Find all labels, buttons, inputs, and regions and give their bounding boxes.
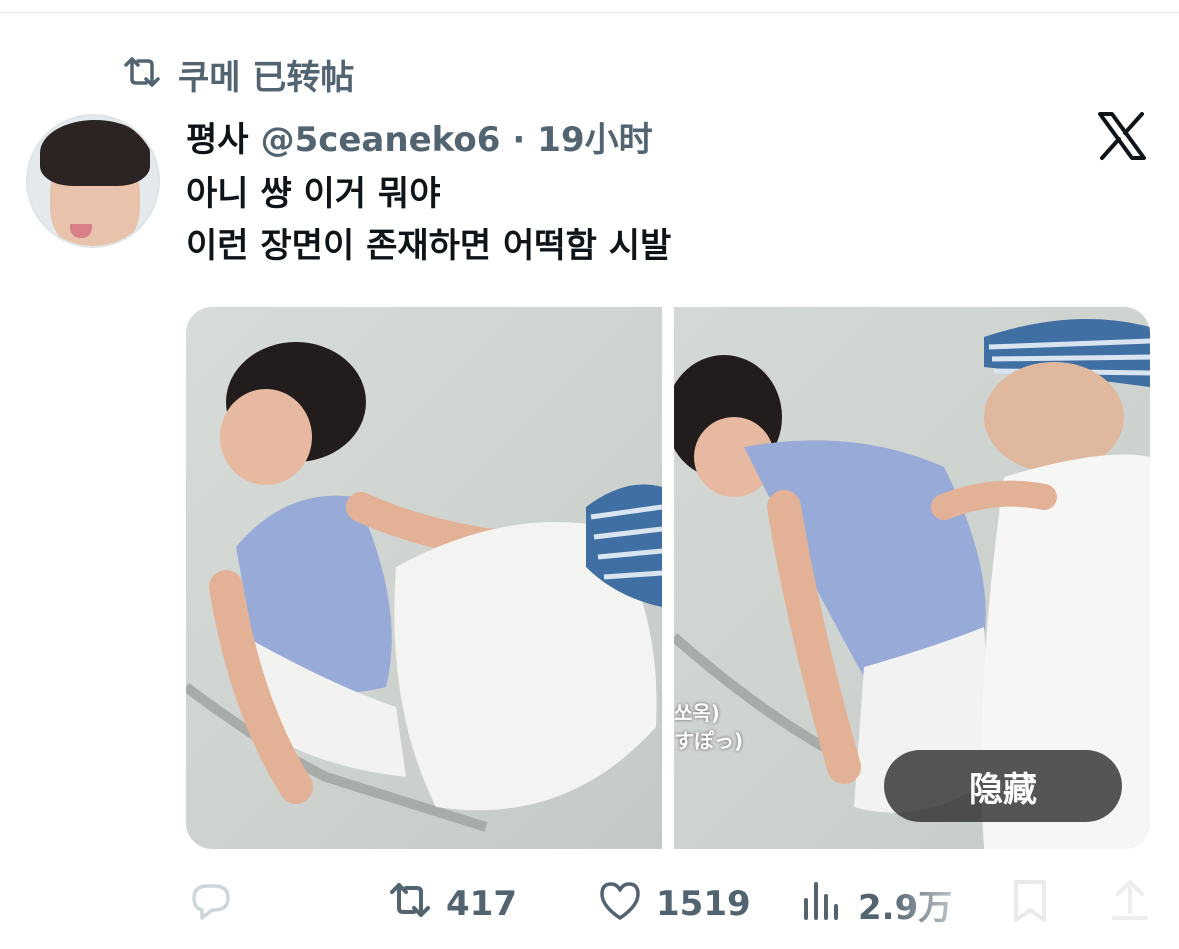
photo-1-illustration: [186, 342, 662, 832]
watermark-overlay: [890, 880, 1179, 936]
tweet-line: 아니 썅 이거 뭐야: [186, 174, 441, 214]
retweet-button[interactable]: 417: [386, 872, 517, 936]
x-logo-icon: [1096, 110, 1148, 162]
photo-1[interactable]: [186, 307, 662, 849]
retweet-icon: [386, 876, 434, 933]
top-divider: [0, 12, 1179, 13]
video-subtitle: 쏘옥) すぽっ): [674, 699, 743, 755]
repost-text: 쿠메 已转帖: [178, 57, 355, 98]
views-icon: [798, 876, 846, 933]
avatar[interactable]: [26, 114, 160, 248]
subtitle-line: すぽっ): [674, 729, 744, 753]
author-name[interactable]: 평사: [186, 112, 249, 161]
hide-media-button[interactable]: 隐藏: [884, 750, 1122, 822]
tweet-line: 이런 장면이 존재하면 어떡함 시발: [186, 226, 672, 266]
retweet-count: 417: [446, 884, 517, 924]
subtitle-line: 쏘옥): [674, 701, 720, 725]
reply-icon: [186, 876, 234, 933]
tweet-time[interactable]: 19小时: [537, 112, 652, 161]
author-handle[interactable]: @5ceaneko6: [261, 120, 501, 160]
like-button[interactable]: 1519: [596, 872, 751, 936]
heart-icon: [596, 876, 644, 933]
header-separator: ·: [512, 120, 526, 160]
reply-button[interactable]: [186, 872, 246, 936]
tweet-text: 아니 썅 이거 뭐야 이런 장면이 존재하면 어떡함 시발: [186, 168, 1146, 272]
avatar-hair: [40, 120, 150, 186]
repost-indicator[interactable]: 쿠메 已转帖: [120, 52, 355, 98]
tweet-header: 평사 @5ceaneko6 · 19小时: [186, 112, 653, 160]
repost-icon: [120, 55, 164, 93]
media-grid: 쏘옥) すぽっ) 隐藏: [186, 307, 1150, 849]
like-count: 1519: [656, 884, 751, 924]
